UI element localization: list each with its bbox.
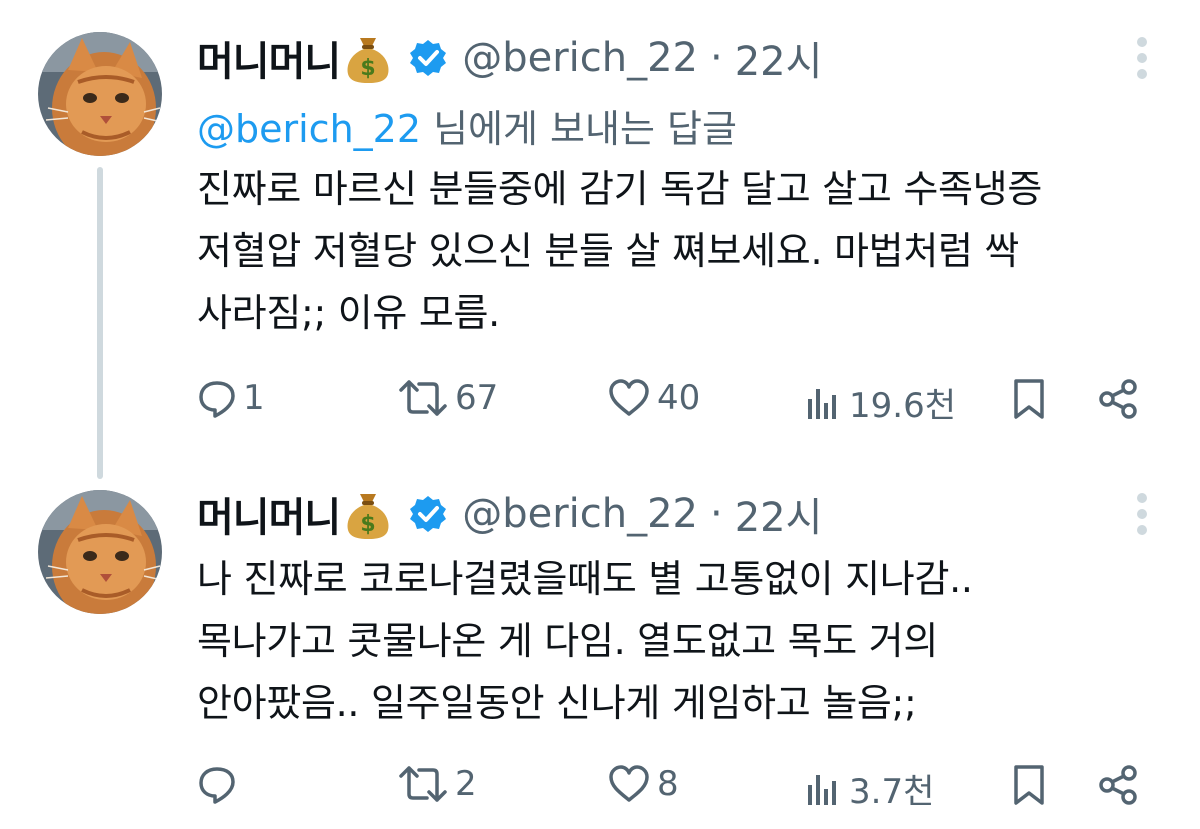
reply-context: @berich_22 님에게 보내는 답글 [197,98,737,153]
share-button[interactable] [1097,378,1141,420]
like-count: 8 [657,764,679,804]
share-icon [1099,765,1137,805]
views-button[interactable]: 19.6천 [803,378,956,427]
reply-button[interactable] [197,764,243,804]
reply-icon [199,767,235,804]
views-analytics-icon [808,774,836,805]
moneybag-emoji: $ [344,32,392,84]
like-heart-icon [609,765,649,802]
author-handle[interactable]: @berich_22 [462,35,698,81]
moneybag-emoji: $ [344,488,392,540]
tweet-actions: 2 8 3.7천 [197,764,1147,814]
cat-avatar-image [38,490,162,614]
avatar[interactable] [38,490,162,614]
repost-count: 67 [455,378,499,418]
author-name[interactable]: 머니머니 [197,29,341,87]
tweet-actions: 1 67 40 19.6천 [197,378,1147,428]
tweet-text: 나 진짜로 코로나걸렸을때도 별 고통없이 지나감.. 목나가고 콧물나온 게 … [197,557,973,725]
like-button[interactable]: 40 [607,378,700,418]
reply-context-label: 님에게 보내는 답글 [421,107,737,151]
bookmark-button[interactable] [1011,764,1047,806]
reply-mention-link[interactable]: @berich_22 [197,107,421,151]
verified-badge-icon [408,38,448,78]
view-count: 19.6천 [849,386,956,426]
bookmark-icon [1014,765,1044,805]
views-button[interactable]: 3.7천 [803,764,934,813]
views-analytics-icon [808,388,836,419]
tweet[interactable]: 머니머니 $ @berich_22 · 22시 @berich_22 님에게 보… [0,0,1200,479]
repost-button[interactable]: 2 [397,764,477,804]
more-options-icon[interactable] [1136,36,1148,80]
tweet-header: 머니머니 $ @berich_22 · 22시 [197,484,822,544]
reply-count: 1 [243,378,265,418]
tweet-text: 진짜로 마르신 분들중에 감기 독감 달고 살고 수족냉증 저혈압 저혈당 있으… [197,167,1042,335]
author-name[interactable]: 머니머니 [197,485,341,543]
thread-line [97,167,103,479]
svg-text:$: $ [361,56,376,81]
separator-dot: · [710,491,723,537]
more-options-icon[interactable] [1136,492,1148,536]
repost-count: 2 [455,764,477,804]
bookmark-icon [1014,379,1044,419]
bookmark-button[interactable] [1011,378,1047,420]
tweet-header: 머니머니 $ @berich_22 · 22시 [197,28,822,88]
like-count: 40 [657,378,701,418]
repost-icon [399,380,447,416]
verified-badge-icon [408,494,448,534]
timestamp[interactable]: 22시 [735,29,823,87]
cat-avatar-image [38,32,162,156]
reply-button[interactable]: 1 [197,378,265,418]
separator-dot: · [710,35,723,81]
tweet[interactable]: 머니머니 $ @berich_22 · 22시 나 진짜로 코로나걸렸을때도 별… [0,470,1200,829]
author-handle[interactable]: @berich_22 [462,491,698,537]
timestamp[interactable]: 22시 [735,485,823,543]
repost-icon [399,766,447,802]
avatar[interactable] [38,32,162,156]
repost-button[interactable]: 67 [397,378,498,418]
share-button[interactable] [1097,764,1141,806]
share-icon [1099,379,1137,419]
view-count: 3.7천 [849,772,935,812]
like-heart-icon [609,379,649,416]
like-button[interactable]: 8 [607,764,679,804]
reply-icon [199,381,235,418]
svg-text:$: $ [361,512,376,537]
